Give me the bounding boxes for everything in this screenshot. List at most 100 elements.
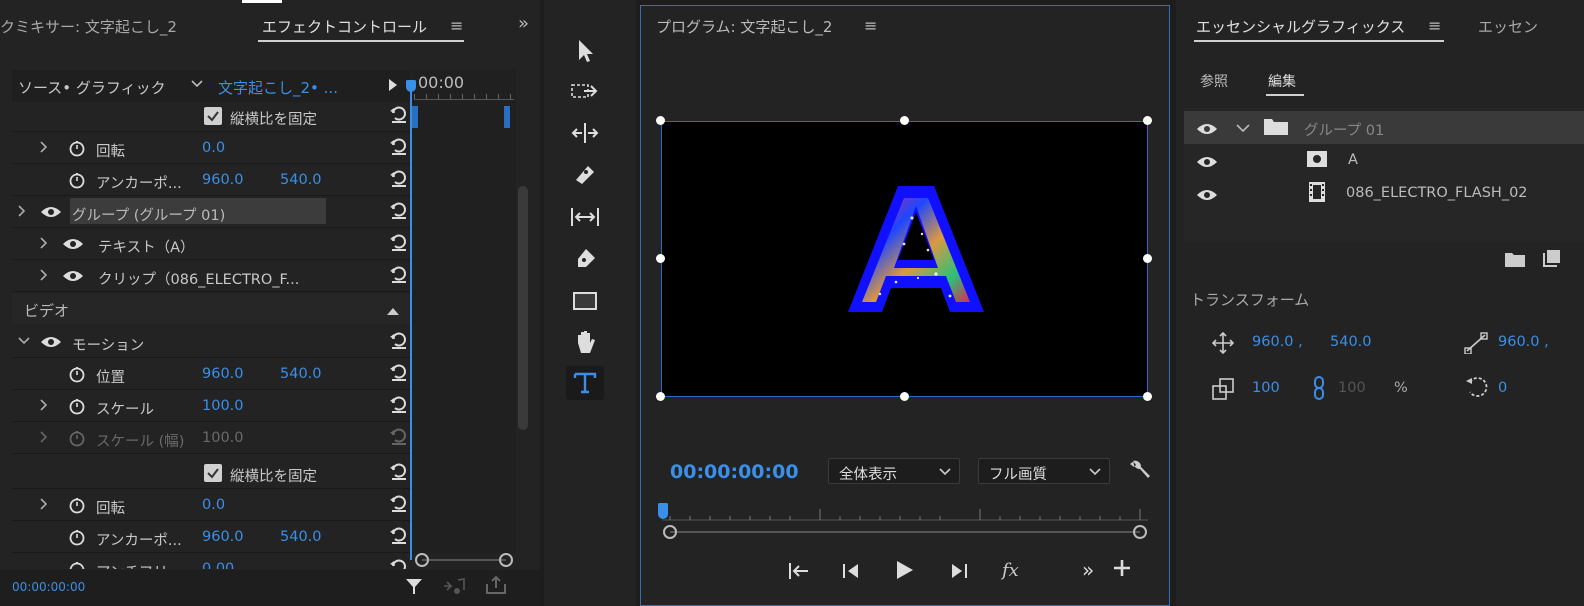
mini-playhead[interactable]	[410, 80, 412, 560]
anchor-x-value[interactable]: 960.0	[202, 529, 244, 545]
reset-icon[interactable]	[388, 231, 410, 253]
zoom-select[interactable]: 全体表示	[828, 458, 960, 484]
reset-icon[interactable]	[388, 199, 410, 221]
layer-row-clip[interactable]: 086_ELECTRO_FLASH_02	[1184, 177, 1584, 210]
reset-icon[interactable]	[388, 524, 410, 546]
rotation-value[interactable]: 0.0	[202, 140, 225, 156]
ripple-edit-tool[interactable]	[566, 116, 604, 150]
transform-handle[interactable]	[1143, 392, 1152, 401]
tab-audio-mixer[interactable]: クミキサー: 文字起こし_2	[0, 16, 177, 37]
transform-handle[interactable]	[1143, 116, 1152, 125]
reset-icon[interactable]	[388, 556, 410, 569]
reset-icon[interactable]	[388, 167, 410, 189]
reset-icon[interactable]	[388, 492, 410, 514]
checkbox[interactable]	[204, 107, 222, 125]
reset-icon[interactable]	[388, 329, 410, 351]
step-back-button[interactable]	[840, 560, 862, 586]
transform-handle[interactable]	[656, 392, 665, 401]
transform-handle[interactable]	[656, 116, 665, 125]
expand-chevron-icon[interactable]	[38, 431, 50, 443]
transform-handle[interactable]	[656, 254, 665, 263]
stopwatch-icon[interactable]	[68, 496, 86, 514]
subtab-browse[interactable]: 参照	[1200, 71, 1228, 91]
eye-icon[interactable]	[62, 237, 84, 251]
fx-button[interactable]: fx	[1002, 560, 1019, 581]
selection-tool[interactable]	[566, 34, 604, 68]
rotation-value[interactable]: 0.0	[202, 497, 225, 513]
position-x-value[interactable]: 960.0	[202, 366, 244, 382]
collapse-triangle-icon[interactable]	[386, 304, 400, 320]
stopwatch-icon[interactable]	[68, 139, 86, 157]
reset-icon[interactable]	[388, 460, 410, 482]
layer-row-group[interactable]: グループ 01	[1184, 111, 1584, 144]
razor-tool[interactable]	[566, 158, 604, 192]
hand-tool[interactable]	[566, 326, 604, 360]
position-y-field[interactable]: 540.0	[1330, 334, 1372, 350]
reset-icon[interactable]	[388, 103, 410, 125]
tab-essential-graphics[interactable]: エッセンシャルグラフィックス	[1196, 16, 1405, 37]
expand-chevron-icon[interactable]	[38, 269, 50, 281]
wrench-icon[interactable]	[1128, 458, 1152, 486]
eye-icon[interactable]	[40, 335, 62, 349]
program-playhead[interactable]	[658, 503, 668, 519]
reset-icon[interactable]	[388, 135, 410, 157]
play-triangle-icon[interactable]	[388, 79, 398, 95]
play-button[interactable]	[892, 558, 916, 586]
rotation-field[interactable]: 0	[1498, 380, 1507, 396]
expand-panels-icon[interactable]: »	[518, 13, 529, 34]
anchor-x-field[interactable]: 960.0 ,	[1498, 334, 1549, 350]
type-tool[interactable]	[566, 366, 604, 400]
link-icon[interactable]	[1312, 376, 1326, 404]
new-group-icon[interactable]	[1504, 250, 1526, 272]
rectangle-tool[interactable]	[566, 284, 604, 318]
program-timecode[interactable]: 00:00:00:00	[670, 461, 799, 483]
anchor-y-value[interactable]: 540.0	[280, 172, 322, 188]
anchor-x-value[interactable]: 960.0	[202, 172, 244, 188]
transform-handle[interactable]	[900, 116, 909, 125]
transform-handle[interactable]	[900, 392, 909, 401]
slip-tool[interactable]	[566, 200, 604, 234]
position-y-value[interactable]: 540.0	[280, 366, 322, 382]
track-select-tool[interactable]	[566, 74, 604, 108]
tab-essential-sound[interactable]: エッセン	[1478, 16, 1538, 37]
graphic-letter[interactable]	[846, 178, 986, 320]
expand-chevron-icon[interactable]	[16, 205, 28, 217]
quality-select[interactable]: フル画質	[978, 458, 1110, 484]
eye-icon[interactable]	[62, 269, 84, 283]
reset-icon[interactable]	[388, 393, 410, 415]
more-controls-icon[interactable]: »	[1082, 558, 1094, 582]
panel-menu-icon[interactable]: ≡	[450, 16, 463, 35]
expand-chevron-icon[interactable]	[38, 498, 50, 510]
filter-icon[interactable]	[404, 576, 424, 600]
stopwatch-icon[interactable]	[68, 528, 86, 546]
add-button-icon[interactable]	[1112, 558, 1132, 582]
clip-selector[interactable]: 文字起こし_2• ...	[218, 77, 338, 98]
scale-value[interactable]: 100.0	[202, 398, 244, 414]
collapse-chevron-icon[interactable]	[18, 335, 30, 347]
stopwatch-icon[interactable]	[68, 171, 86, 189]
layer-row-text[interactable]: A	[1184, 144, 1584, 177]
expand-chevron-icon[interactable]	[38, 141, 50, 153]
program-ruler[interactable]	[662, 505, 1148, 521]
expand-chevron-icon[interactable]	[38, 237, 50, 249]
checkbox[interactable]	[204, 464, 222, 482]
go-to-in-button[interactable]	[786, 560, 812, 586]
program-menu-icon[interactable]: ≡	[864, 16, 877, 35]
eye-icon[interactable]	[40, 205, 62, 219]
stopwatch-icon[interactable]	[68, 560, 86, 569]
reset-icon[interactable]	[388, 361, 410, 383]
eye-icon[interactable]	[1196, 188, 1218, 202]
essential-menu-icon[interactable]: ≡	[1428, 16, 1441, 35]
subtab-edit[interactable]: 編集	[1268, 71, 1296, 91]
antiflicker-value[interactable]: 0.00	[202, 561, 234, 569]
reset-icon[interactable]	[388, 263, 410, 285]
eye-icon[interactable]	[1196, 122, 1218, 136]
expand-chevron-icon[interactable]	[38, 399, 50, 411]
step-forward-button[interactable]	[948, 560, 970, 586]
stopwatch-icon[interactable]	[68, 365, 86, 383]
vertical-scrollbar[interactable]	[518, 186, 528, 430]
stopwatch-icon[interactable]	[68, 397, 86, 415]
transform-handle[interactable]	[1143, 254, 1152, 263]
new-layer-icon[interactable]	[1542, 248, 1562, 272]
mini-playhead-head[interactable]	[406, 80, 416, 92]
